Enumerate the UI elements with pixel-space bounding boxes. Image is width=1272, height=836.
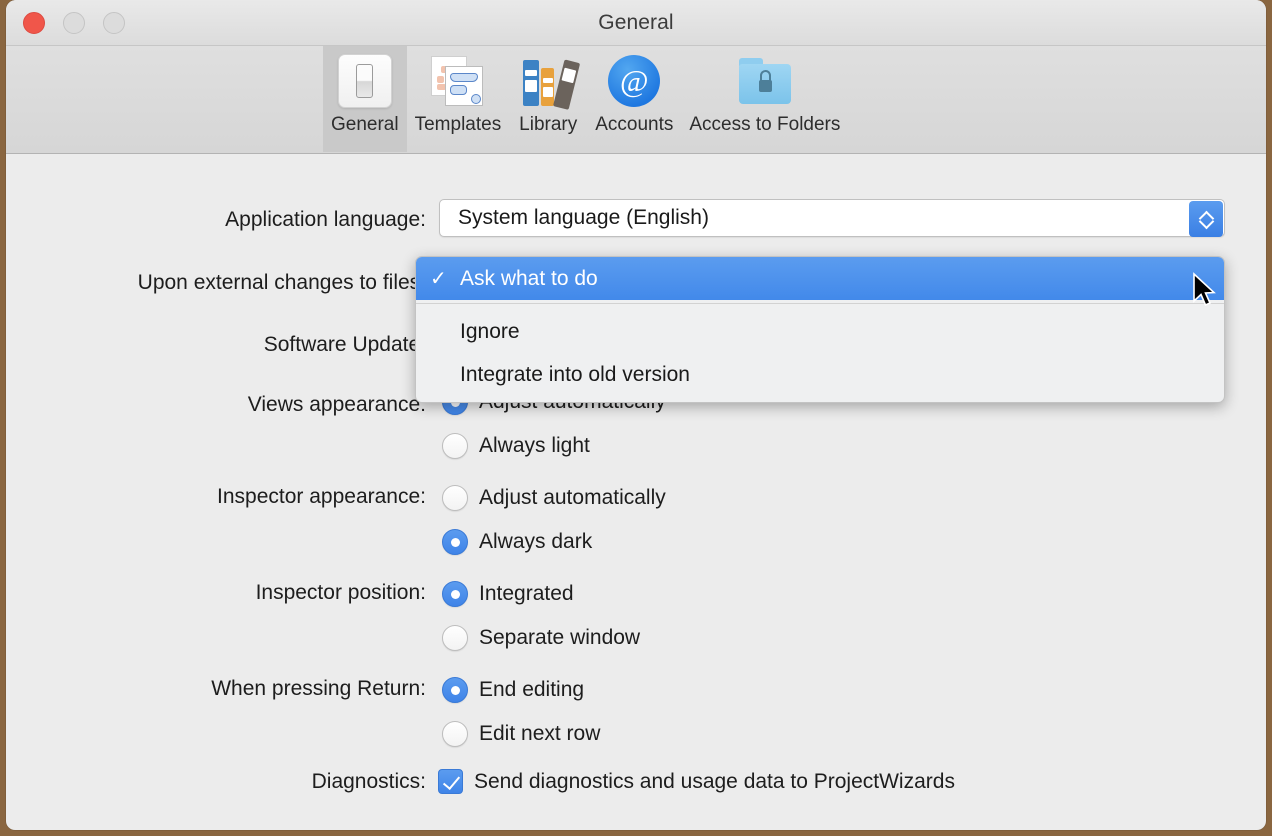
label-inspector-appearance: Inspector appearance:	[217, 485, 426, 509]
radio-label: Always light	[479, 434, 590, 458]
checkmark-icon: ✓	[430, 266, 460, 291]
radio-indicator[interactable]	[442, 485, 468, 511]
toolbar-label-access-to-folders: Access to Folders	[689, 114, 840, 136]
menu-separator	[416, 303, 1224, 304]
menu-item-label: Integrate into old version	[460, 363, 690, 387]
toolbar-item-library[interactable]: Library	[509, 46, 587, 152]
menu-item-label: Ignore	[460, 320, 520, 344]
preferences-toolbar: General Templates	[6, 46, 1266, 154]
checkbox-send-diagnostics[interactable]: Send diagnostics and usage data to Proje…	[438, 769, 955, 794]
locked-folder-icon	[734, 50, 796, 112]
label-diagnostics: Diagnostics:	[312, 770, 426, 794]
menu-item-ask-what-to-do[interactable]: ✓ Ask what to do	[416, 257, 1224, 300]
radio-indicator[interactable]	[442, 721, 468, 747]
radio-label: End editing	[479, 678, 584, 702]
label-external-changes: Upon external changes to files:	[138, 271, 426, 295]
at-sign-icon: @	[603, 50, 665, 112]
label-views-appearance: Views appearance:	[248, 393, 426, 417]
toolbar-label-library: Library	[519, 114, 577, 136]
preferences-window: General General Te	[6, 0, 1266, 830]
radio-inspector-always-dark[interactable]: Always dark	[442, 529, 592, 555]
toolbar-label-templates: Templates	[415, 114, 502, 136]
checkbox-indicator[interactable]	[438, 769, 463, 794]
radio-inspector-separate-window[interactable]: Separate window	[442, 625, 640, 651]
radio-return-edit-next-row[interactable]: Edit next row	[442, 721, 600, 747]
radio-label: Adjust automatically	[479, 486, 666, 510]
checkbox-label: Send diagnostics and usage data to Proje…	[474, 770, 955, 794]
menu-item-label: Ask what to do	[460, 267, 598, 291]
toolbar-item-templates[interactable]: Templates	[407, 46, 510, 152]
toolbar-item-accounts[interactable]: @ Accounts	[587, 46, 681, 152]
toolbar-label-accounts: Accounts	[595, 114, 673, 136]
radio-inspector-adjust-automatically[interactable]: Adjust automatically	[442, 485, 666, 511]
label-inspector-position: Inspector position:	[256, 581, 426, 605]
menu-item-ignore[interactable]: Ignore	[416, 310, 1224, 353]
radio-inspector-integrated[interactable]: Integrated	[442, 581, 574, 607]
application-language-popup[interactable]: System language (English)	[439, 199, 1225, 237]
window-title-bar: General	[6, 0, 1266, 46]
radio-label: Always dark	[479, 530, 592, 554]
light-switch-icon	[334, 50, 396, 112]
chevron-updown-icon[interactable]	[1189, 201, 1223, 237]
radio-views-always-light[interactable]: Always light	[442, 433, 590, 459]
radio-indicator[interactable]	[442, 581, 468, 607]
menu-item-integrate-into-old-version[interactable]: Integrate into old version	[416, 353, 1224, 396]
books-icon	[517, 50, 579, 112]
radio-label: Integrated	[479, 582, 574, 606]
radio-indicator[interactable]	[442, 433, 468, 459]
window-title: General	[6, 11, 1266, 35]
mouse-cursor	[1192, 272, 1218, 310]
radio-indicator[interactable]	[442, 529, 468, 555]
radio-indicator[interactable]	[442, 677, 468, 703]
application-language-value: System language (English)	[440, 206, 709, 230]
radio-return-end-editing[interactable]: End editing	[442, 677, 584, 703]
documents-icon	[427, 50, 489, 112]
toolbar-label-general: General	[331, 114, 399, 136]
external-changes-dropdown-menu[interactable]: ✓ Ask what to do Ignore Integrate into o…	[415, 256, 1225, 403]
toolbar-item-access-to-folders[interactable]: Access to Folders	[681, 46, 848, 152]
toolbar-item-general[interactable]: General	[323, 46, 407, 152]
radio-indicator[interactable]	[442, 625, 468, 651]
label-software-update: Software Update:	[264, 333, 426, 357]
radio-label: Separate window	[479, 626, 640, 650]
label-pressing-return: When pressing Return:	[211, 677, 426, 701]
radio-label: Edit next row	[479, 722, 600, 746]
label-application-language: Application language:	[225, 208, 426, 232]
